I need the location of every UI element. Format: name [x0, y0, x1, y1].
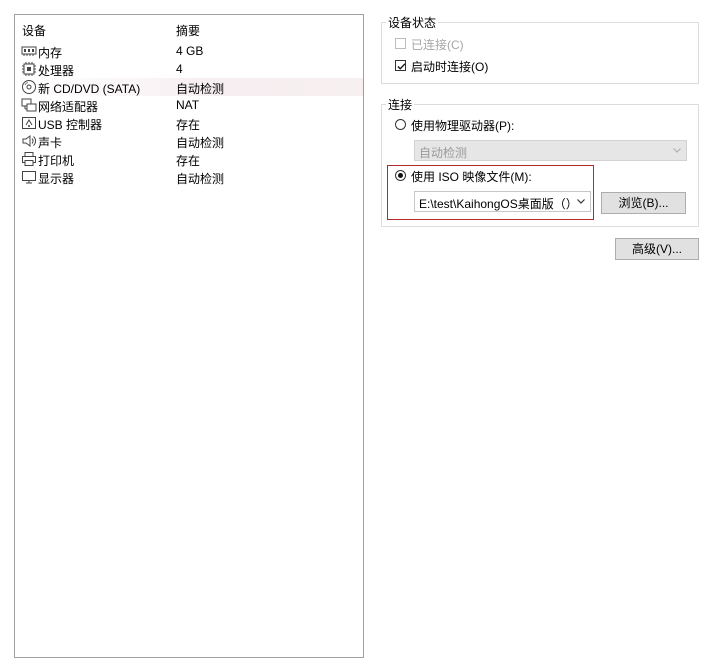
radio-selected-dot — [398, 173, 403, 178]
device-name: 新 CD/DVD (SATA) — [38, 82, 141, 96]
physical-drive-label: 使用物理驱动器(P): — [411, 119, 515, 133]
device-summary: 4 — [176, 62, 183, 76]
connect-at-power-on-label: 启动时连接(O) — [411, 60, 489, 74]
printer-icon — [21, 151, 37, 167]
usb-controller-icon — [21, 115, 37, 131]
device-row-processor[interactable]: 处理器 4 — [15, 60, 363, 78]
column-header-summary: 摘要 — [176, 24, 201, 38]
memory-icon — [21, 43, 37, 59]
device-name: 网络适配器 — [38, 100, 99, 114]
device-name: USB 控制器 — [38, 118, 103, 132]
device-row-cd-dvd[interactable]: 新 CD/DVD (SATA) 自动检测 — [15, 78, 363, 96]
connection-title: 连接 — [386, 96, 415, 113]
device-summary: 自动检测 — [176, 172, 225, 186]
device-row-printer[interactable]: 打印机 存在 — [15, 150, 363, 168]
device-name: 处理器 — [38, 64, 75, 78]
checkmark-icon — [397, 63, 406, 70]
chevron-down-icon — [577, 199, 585, 204]
iso-radio[interactable] — [395, 170, 406, 181]
device-row-sound-card[interactable]: 声卡 自动检测 — [15, 132, 363, 150]
device-list: 设备 摘要 内存 4 GB 处理器 4 新 CD/DVD (SATA) 自动检测… — [14, 14, 364, 658]
network-adapter-icon — [21, 97, 37, 113]
device-row-display[interactable]: 显示器 自动检测 — [15, 168, 363, 186]
device-row-memory[interactable]: 内存 4 GB — [15, 42, 363, 60]
iso-path-select[interactable]: E:\test\KaihongOS桌面版（） — [414, 191, 591, 212]
sound-card-icon — [21, 133, 37, 149]
device-summary: 4 GB — [176, 44, 204, 58]
connected-label: 已连接(C) — [411, 38, 464, 52]
column-header-device: 设备 — [22, 24, 47, 38]
connect-at-power-on-checkbox[interactable] — [395, 60, 406, 71]
physical-drive-select[interactable]: 自动检测 — [414, 140, 687, 161]
device-row-usb-controller[interactable]: USB 控制器 存在 — [15, 114, 363, 132]
cd-dvd-icon — [21, 79, 37, 95]
device-row-network-adapter[interactable]: 网络适配器 NAT — [15, 96, 363, 114]
device-summary: NAT — [176, 98, 200, 112]
device-name: 打印机 — [38, 154, 75, 168]
chevron-down-icon — [673, 148, 681, 153]
connected-checkbox[interactable] — [395, 38, 406, 49]
processor-icon — [21, 61, 37, 77]
iso-path-value: E:\test\KaihongOS桌面版（） — [419, 197, 571, 211]
physical-drive-radio[interactable] — [395, 119, 406, 130]
device-name: 内存 — [38, 46, 63, 60]
advanced-button[interactable]: 高级(V)... — [615, 238, 699, 260]
device-list-header: 设备 摘要 — [15, 15, 363, 38]
browse-button[interactable]: 浏览(B)... — [601, 192, 686, 214]
physical-drive-value: 自动检测 — [419, 146, 468, 160]
iso-label: 使用 ISO 映像文件(M): — [411, 170, 532, 184]
device-summary: 自动检测 — [176, 136, 225, 150]
device-status-title: 设备状态 — [386, 14, 439, 31]
device-summary: 存在 — [176, 118, 201, 132]
device-summary: 自动检测 — [176, 82, 225, 96]
display-icon — [21, 169, 37, 185]
device-summary: 存在 — [176, 154, 201, 168]
device-name: 声卡 — [38, 136, 63, 150]
device-name: 显示器 — [38, 172, 75, 186]
